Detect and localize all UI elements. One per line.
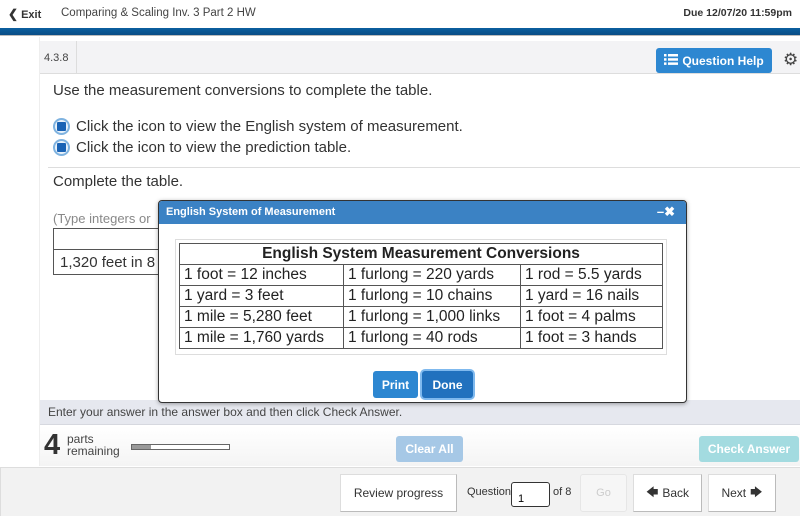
arrow-right-icon: 🡆 [750,484,763,499]
footer-nav: Review progress Question of 8 Go 🡄Back N… [0,467,800,516]
arrow-left-icon: 🡄 [645,484,659,499]
question-label: Question [467,486,512,498]
header-stripe [0,28,800,36]
due-date: Due 12/07/20 11:59pm [683,7,792,19]
question-number: 4.3.8 [44,52,69,64]
back-button[interactable]: 🡄 Back [633,474,702,512]
exit-label: Exit [21,9,42,21]
parts-progress-bar [131,444,230,450]
dialog-header[interactable]: English System of Measurement – ✖ [159,201,686,224]
table-cell: 1 rod = 5.5 yards [520,264,663,286]
table-row: 1 yard = 3 feet 1 furlong = 10 chains 1 … [179,285,663,307]
table-cell: 1 mile = 5,280 feet [179,306,344,328]
info-radio-icon[interactable] [53,139,70,156]
table-cell: 1 foot = 3 hands [520,327,663,349]
table-cell: 1 furlong = 1,000 links [343,306,521,328]
table-row: 1 mile = 5,280 feet 1 furlong = 1,000 li… [179,306,663,328]
info-radio-icon[interactable] [53,118,70,135]
parts-bar: 4 parts remaining Clear All Check Answer [40,426,800,466]
close-icon[interactable]: ✖ [664,204,675,220]
english-system-link[interactable]: Click the icon to view the English syste… [53,118,463,135]
conversion-table-title: English System Measurement Conversions [179,243,663,265]
table-cell: 1 mile = 1,760 yards [179,327,344,349]
parts-progress-fill [132,445,152,449]
table-row: 1 mile = 1,760 yards 1 furlong = 40 rods… [179,327,663,349]
list-icon [664,53,679,68]
assignment-title: Comparing & Scaling Inv. 3 Part 2 HW [61,7,256,19]
go-button[interactable]: Go [580,474,627,512]
table-cell: 1 foot = 12 inches [179,264,344,286]
parts-label-line2: remaining [67,444,120,458]
table-cell: 1 yard = 16 nails [520,285,663,307]
check-answer-button[interactable]: Check Answer [699,436,799,462]
minimize-icon[interactable]: – [657,204,664,220]
table-cell: 1 foot = 4 palms [520,306,663,328]
table-row: 1 foot = 12 inches 1 furlong = 220 yards… [179,264,663,286]
instruction-text: Use the measurement conversions to compl… [53,82,433,99]
next-label: Next [721,486,747,500]
back-label: Back [662,486,690,500]
table-cell: 1 furlong = 220 yards [343,264,521,286]
answer-instruction-bar: Enter your answer in the answer box and … [40,400,800,425]
question-number-input[interactable] [511,482,550,507]
clear-all-button[interactable]: Clear All [396,436,463,462]
top-bar: ❮ Exit Comparing & Scaling Inv. 3 Part 2 … [0,0,800,28]
review-progress-button[interactable]: Review progress [340,474,457,512]
dialog-title: English System of Measurement [166,206,336,218]
print-button[interactable]: Print [373,371,418,398]
chevron-left-icon: ❮ [8,7,19,21]
done-button[interactable]: Done [422,371,473,398]
parts-remaining-label: parts remaining [67,433,120,457]
header-divider [76,41,77,74]
table-cell: 1 furlong = 10 chains [343,285,521,307]
english-system-dialog: English System of Measurement – ✖ English… [158,200,687,403]
table-cell: 1 furlong = 40 rods [343,327,521,349]
table-cell: 1 yard = 3 feet [179,285,344,307]
next-button[interactable]: Next 🡆 [708,474,776,512]
question-help-label: Question Help [682,53,764,68]
type-hint: (Type integers or [53,211,151,226]
conversion-table-frame: English System Measurement Conversions 1… [175,239,667,355]
prediction-table-link[interactable]: Click the icon to view the prediction ta… [53,139,351,156]
conversion-table: English System Measurement Conversions 1… [179,243,663,349]
answer-instruction-text: Enter your answer in the answer box and … [48,405,403,419]
exit-button[interactable]: ❮ Exit [8,7,41,21]
dialog-controls: – ✖ [657,204,675,220]
section-divider [48,167,800,168]
english-system-link-text: Click the icon to view the English syste… [76,118,463,135]
gear-icon[interactable]: ⚙ [783,50,798,70]
complete-table-label: Complete the table. [53,173,184,190]
question-total: of 8 [553,486,572,498]
parts-remaining-count: 4 [44,429,61,461]
question-header: 4.3.8 Question Help ⚙ [40,41,800,74]
question-help-button[interactable]: Question Help [656,48,772,73]
prediction-table-link-text: Click the icon to view the prediction ta… [76,139,352,156]
